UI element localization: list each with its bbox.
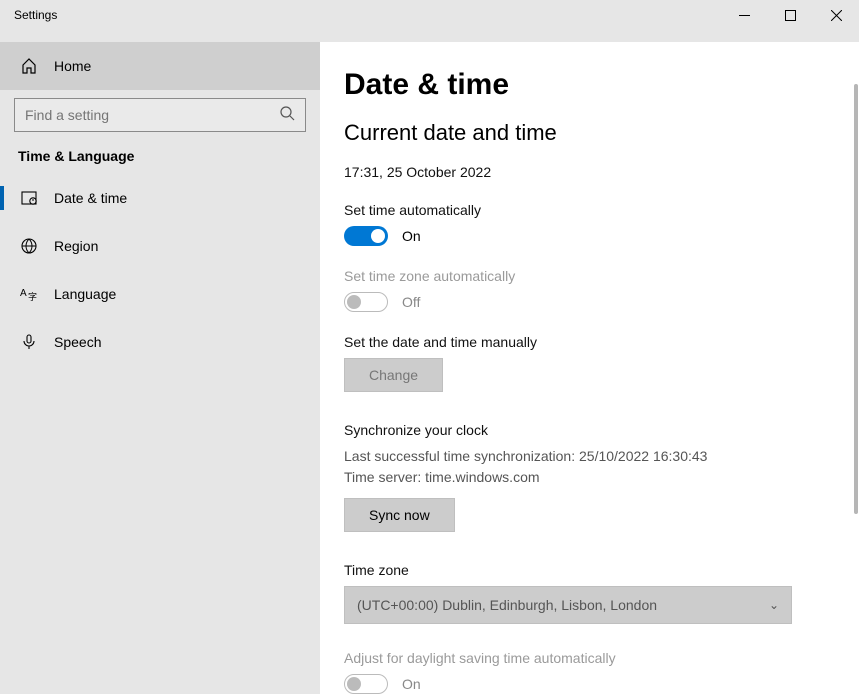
- sidebar: Home Time & Language Date & time Region: [0, 42, 320, 694]
- label-timezone: Time zone: [344, 562, 817, 578]
- search-icon: [279, 105, 295, 126]
- section-title-current: Current date and time: [344, 120, 817, 146]
- toggle-set-tz-auto-value: Off: [402, 294, 420, 310]
- sidebar-item-date-time[interactable]: Date & time: [0, 174, 320, 222]
- sidebar-item-label: Region: [54, 238, 98, 254]
- label-set-time-auto: Set time automatically: [344, 202, 817, 218]
- sidebar-item-region[interactable]: Region: [0, 222, 320, 270]
- home-icon: [20, 57, 38, 75]
- toggle-set-tz-auto[interactable]: [344, 292, 388, 312]
- sidebar-item-home[interactable]: Home: [0, 42, 320, 90]
- toggle-dst-auto[interactable]: [344, 674, 388, 694]
- titlebar: Settings: [0, 0, 859, 42]
- sync-now-button[interactable]: Sync now: [344, 498, 455, 532]
- sidebar-section-title: Time & Language: [0, 146, 320, 174]
- scrollbar[interactable]: [854, 84, 858, 514]
- label-set-tz-auto: Set time zone automatically: [344, 268, 817, 284]
- timezone-selected: (UTC+00:00) Dublin, Edinburgh, Lisbon, L…: [357, 597, 657, 613]
- maximize-icon: [785, 10, 796, 21]
- label-set-manual: Set the date and time manually: [344, 334, 817, 350]
- page-title: Date & time: [344, 68, 817, 102]
- minimize-button[interactable]: [721, 0, 767, 30]
- close-button[interactable]: [813, 0, 859, 30]
- sync-server: Time server: time.windows.com: [344, 467, 817, 488]
- clock-icon: [20, 189, 38, 207]
- microphone-icon: [20, 333, 38, 351]
- sidebar-item-language[interactable]: A字 Language: [0, 270, 320, 318]
- svg-text:A: A: [20, 288, 27, 299]
- sidebar-item-label: Speech: [54, 334, 101, 350]
- chevron-down-icon: ⌄: [769, 598, 779, 612]
- language-icon: A字: [20, 285, 38, 303]
- current-datetime: 17:31, 25 October 2022: [344, 164, 817, 180]
- globe-icon: [20, 237, 38, 255]
- svg-text:字: 字: [28, 291, 37, 302]
- sidebar-home-label: Home: [54, 58, 91, 74]
- section-title-sync: Synchronize your clock: [344, 422, 817, 438]
- close-icon: [831, 10, 842, 21]
- window-controls: [721, 0, 859, 30]
- minimize-icon: [739, 10, 750, 21]
- sync-last: Last successful time synchronization: 25…: [344, 446, 817, 467]
- change-button[interactable]: Change: [344, 358, 443, 392]
- content-pane: Date & time Current date and time 17:31,…: [320, 42, 859, 694]
- toggle-dst-auto-value: On: [402, 676, 421, 692]
- toggle-set-time-auto-value: On: [402, 228, 421, 244]
- search-input[interactable]: [25, 107, 279, 123]
- search-input-wrap[interactable]: [14, 98, 306, 132]
- maximize-button[interactable]: [767, 0, 813, 30]
- sidebar-item-speech[interactable]: Speech: [0, 318, 320, 366]
- label-dst-auto: Adjust for daylight saving time automati…: [344, 650, 817, 666]
- window-title: Settings: [0, 0, 71, 30]
- timezone-dropdown[interactable]: (UTC+00:00) Dublin, Edinburgh, Lisbon, L…: [344, 586, 792, 624]
- sidebar-item-label: Date & time: [54, 190, 127, 206]
- sidebar-item-label: Language: [54, 286, 116, 302]
- toggle-set-time-auto[interactable]: [344, 226, 388, 246]
